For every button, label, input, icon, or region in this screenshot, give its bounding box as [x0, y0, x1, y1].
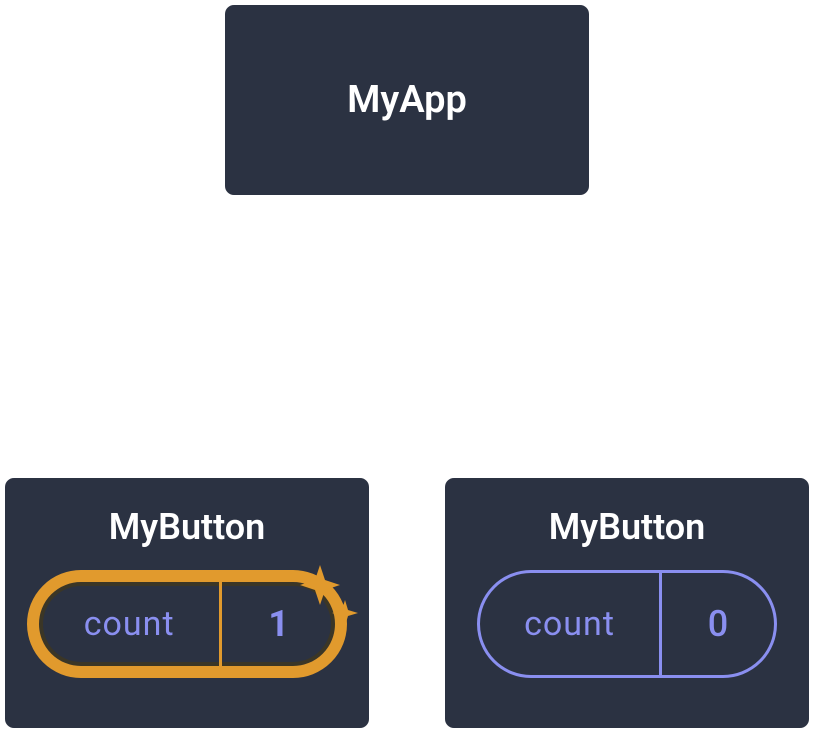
component-tree-diagram: MyApp MyButton count 1 MyButton count 0: [0, 0, 814, 734]
child-node-1: MyButton count 0: [442, 475, 812, 731]
child-node-0: MyButton count 1: [2, 475, 372, 731]
state-pill-highlighted: count 1: [27, 570, 347, 678]
state-key: count: [39, 582, 219, 666]
state-key: count: [480, 573, 659, 675]
root-node-label: MyApp: [347, 78, 467, 122]
child-node-0-label: MyButton: [109, 506, 266, 548]
root-node: MyApp: [222, 2, 592, 198]
child-node-1-label: MyButton: [549, 506, 706, 548]
sparkle-icon: [295, 560, 365, 640]
state-value: 0: [662, 573, 774, 675]
state-pill: count 0: [477, 570, 777, 678]
